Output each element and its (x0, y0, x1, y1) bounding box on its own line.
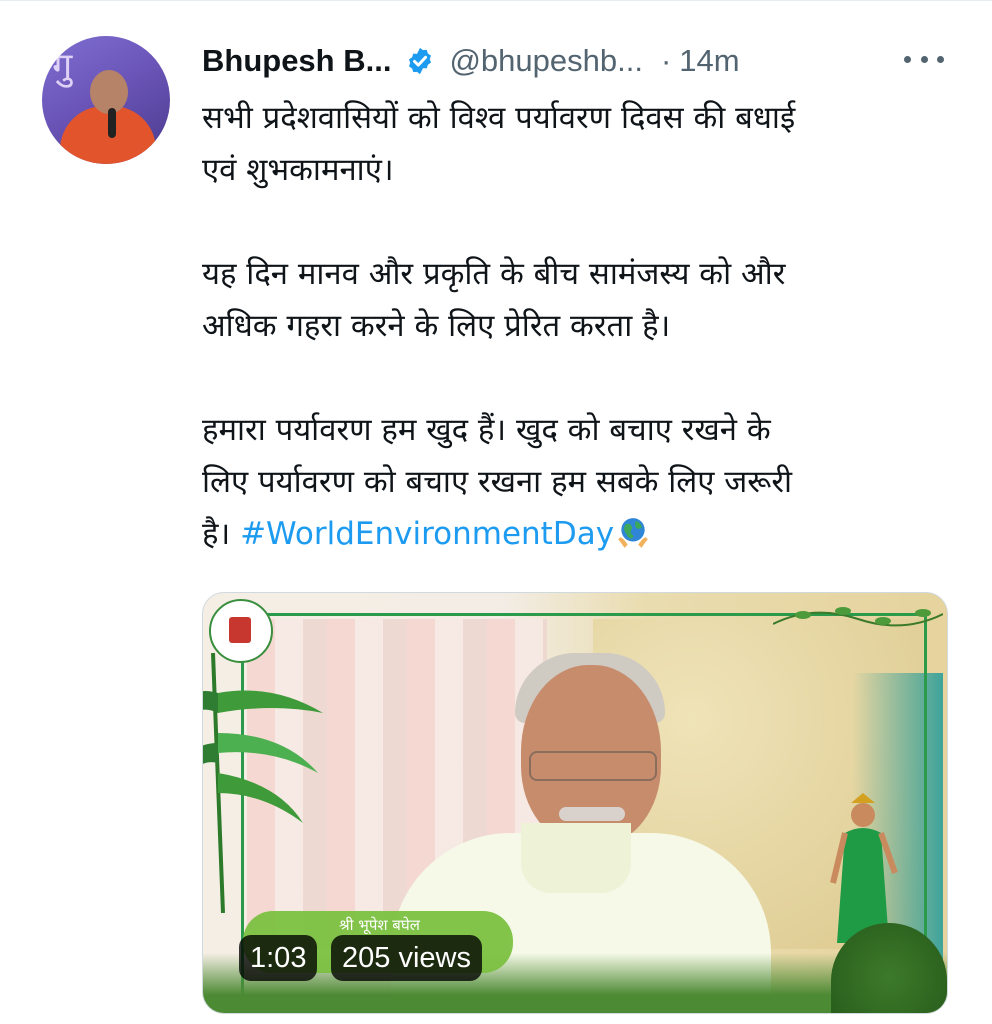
more-options-icon[interactable] (904, 44, 944, 74)
more-dot (937, 55, 944, 63)
avatar-background-text: गु (52, 46, 73, 87)
user-handle[interactable]: @bhupeshb... (449, 43, 643, 79)
verified-badge-icon[interactable] (405, 46, 435, 76)
timestamp[interactable]: 14m (679, 43, 739, 79)
tweet-header: Bhupesh B... @bhupeshb... · 14m (202, 38, 962, 84)
display-name[interactable]: Bhupesh B... (202, 43, 391, 79)
video-duration-badge: 1:03 (239, 935, 318, 981)
top-divider (0, 0, 992, 1)
person-collar (521, 823, 631, 893)
person-glasses (529, 751, 657, 781)
government-emblem-logo (209, 599, 273, 663)
more-dot (920, 55, 928, 63)
hashtag-link[interactable]: #WorldEnvironmentDay (240, 516, 614, 552)
vine-decoration (773, 607, 943, 627)
avatar-microphone (108, 108, 116, 138)
video-views-badge: 205 views (331, 935, 482, 981)
tweet-line: सभी प्रदेशवासियों को विश्व पर्यावरण दिवस… (202, 100, 796, 136)
person-mustache (559, 807, 625, 821)
separator-dot: · (660, 43, 672, 78)
more-dot (904, 55, 911, 63)
tweet-line: लिए पर्यावरण को बचाए रखना हम सबके लिए जर… (202, 464, 793, 500)
avatar-head (90, 70, 128, 114)
nameplate-text: श्री भूपेश बघेल (339, 916, 420, 934)
palm-leaves-decoration (203, 653, 323, 913)
video-player[interactable]: श्री भूपेश बघेल 1:03 205 views (202, 592, 948, 1014)
avatar[interactable]: गु (42, 36, 170, 164)
tweet-line: एवं शुभकामनाएं। (202, 152, 394, 188)
tweet-line: हमारा पर्यावरण हम खुद हैं। खुद को बचाए र… (202, 412, 771, 448)
earth-globe-hands-icon (618, 518, 648, 548)
tweet-line: यह दिन मानव और प्रकृति के बीच सामंजस्य क… (202, 256, 786, 292)
tweet-line: अधिक गहरा करने के लिए प्रेरित करता है। (202, 308, 671, 344)
tweet-text-fragment: है। (202, 516, 241, 552)
tweet-line-last: है। #WorldEnvironmentDay (202, 508, 942, 560)
tweet-text: सभी प्रदेशवासियों को विश्व पर्यावरण दिवस… (202, 92, 942, 560)
